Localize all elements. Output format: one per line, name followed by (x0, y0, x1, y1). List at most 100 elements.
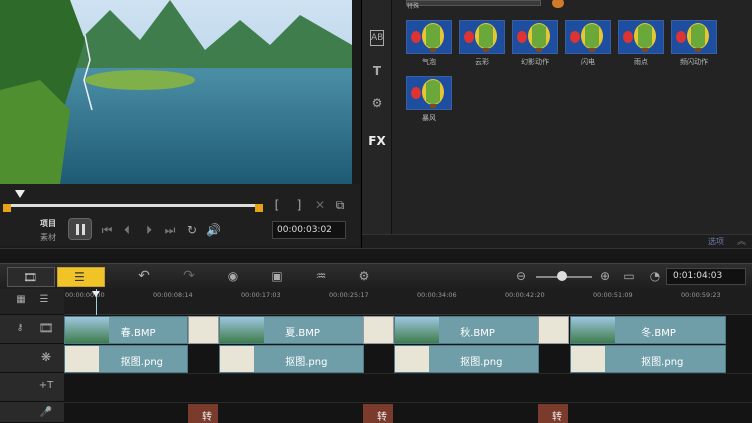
mark-out-button[interactable]: ] (292, 198, 306, 212)
undo-icon[interactable]: ↶ (136, 269, 152, 283)
transition-tab-icon[interactable]: AB (370, 30, 384, 46)
track-manager-icon[interactable]: ▦ (14, 293, 28, 307)
clip-label: 抠图.png (120, 357, 164, 368)
track-lock-icon[interactable]: ⚷ (14, 321, 26, 335)
effect-label: 幻影动作 (521, 58, 549, 66)
effect-thumbnail[interactable] (512, 20, 558, 54)
video-track-head: 🎞 ⚷ (0, 315, 64, 344)
repeat-icon[interactable]: ↻ (185, 223, 199, 237)
timeline-timecode[interactable]: 0:01:04:03 (666, 268, 746, 285)
clip-label: 春.BMP (120, 328, 156, 339)
app-window: [ ] ✕ ⧉ 项目 素材 ⏮ ⏴ ⏵ ⏭ ↻ 🔊 00:00:03:02 AB… (0, 0, 752, 423)
go-to-start-icon[interactable]: ⏮ (100, 223, 114, 237)
ruler-tick-label: 00:00:17:03 (241, 291, 281, 299)
clip-mode-label[interactable]: 素材 (40, 232, 56, 243)
clip-label: 抠图.png (460, 357, 503, 368)
overlay-clip[interactable]: 抠图.png (394, 345, 539, 373)
effect-label: 雨点 (634, 58, 648, 66)
ruler-tick-label: 00:00:08:14 (153, 291, 193, 299)
next-frame-icon[interactable]: ⏵ (142, 223, 156, 237)
split-icon[interactable]: ✕ (313, 198, 327, 212)
video-clip[interactable]: 夏.BMP (219, 316, 364, 344)
zoom-slider-thumb[interactable] (557, 271, 567, 281)
volume-icon[interactable]: 🔊 (206, 223, 221, 237)
fit-project-icon[interactable]: ▭ (622, 269, 636, 283)
preview-timecode[interactable]: 00:00:03:02 (272, 221, 346, 239)
chapter-list-icon[interactable]: ☰ (36, 293, 52, 307)
graphic-tab-icon[interactable]: ⚙ (370, 96, 384, 110)
transition-marker[interactable]: 转场 (363, 404, 393, 423)
transition-label: 转场 (202, 412, 212, 423)
overlay-track-head: ❋ (0, 344, 64, 373)
video-clip[interactable]: 春.BMP (64, 316, 188, 344)
record-capture-icon[interactable]: ◉ (224, 269, 242, 283)
effect-label: 气泡 (422, 58, 436, 66)
transition-label: 转场 (552, 412, 562, 423)
ruler-tick-label: 00:00:42:20 (505, 291, 545, 299)
video-clip[interactable]: 冬.BMP (570, 316, 726, 344)
previous-frame-icon[interactable]: ⏴ (120, 223, 134, 237)
motion-icon[interactable]: ⚙ (355, 269, 373, 283)
effect-thumbnail[interactable] (671, 20, 717, 54)
scrub-bar[interactable] (6, 204, 260, 207)
title-track-icon: +T (38, 380, 54, 391)
category-dropdown[interactable]: 特殊 (406, 0, 541, 10)
expand-icon[interactable]: ︽ (737, 234, 746, 247)
effect-thumbnail[interactable] (565, 20, 611, 54)
clip-label: 抠图.png (285, 357, 328, 368)
effect-label: 云彩 (475, 58, 489, 66)
video-track-icon: 🎞 (38, 321, 54, 335)
overlay-track-icon: ❋ (40, 350, 52, 364)
ruler-tick-label: 00:00:59:23 (681, 291, 721, 299)
pause-button[interactable] (68, 218, 92, 240)
scrub-handle[interactable] (15, 190, 25, 198)
transition-label: 转场 (377, 412, 387, 423)
playhead-handle[interactable] (92, 291, 100, 297)
redo-icon[interactable]: ↷ (181, 269, 197, 283)
storyboard-view-button[interactable]: 🎞 (7, 267, 55, 287)
transition-clip[interactable] (538, 316, 569, 344)
ruler-tick-label: 00:00:51:09 (593, 291, 633, 299)
effect-label: 闪电 (581, 58, 595, 66)
duration-icon[interactable]: ◔ (648, 269, 662, 283)
effect-thumbnail[interactable] (459, 20, 505, 54)
zoom-out-icon[interactable]: ⊖ (514, 269, 528, 283)
timeline-ruler[interactable]: 00:00:00:00 00:00:08:14 00:00:17:03 00:00:2… (64, 289, 752, 315)
title-track-head: +T (0, 373, 64, 402)
effect-thumbnail[interactable] (406, 20, 452, 54)
zoom-in-icon[interactable]: ⊕ (598, 269, 612, 283)
fx-tab[interactable]: FX (368, 134, 386, 148)
overlay-clip[interactable]: 抠图.png (570, 345, 726, 373)
library-tabs: AB T ⚙ FX (362, 0, 392, 248)
ruler-tick-label: 00:00:34:06 (417, 291, 457, 299)
transition-marker[interactable]: 转场 (188, 404, 218, 423)
clip-label: 冬.BMP (641, 328, 676, 339)
options-label[interactable]: 选项 (708, 236, 724, 247)
splitter-bar[interactable] (0, 248, 752, 263)
effect-label: 频闪动作 (680, 58, 708, 66)
transition-clip[interactable] (188, 316, 219, 344)
effect-label: 暴风 (422, 114, 436, 122)
mark-in-button[interactable]: [ (270, 198, 284, 212)
effect-thumbnail[interactable] (618, 20, 664, 54)
overlay-clip[interactable]: 抠图.png (64, 345, 188, 373)
effect-thumbnail[interactable] (406, 76, 452, 110)
mix-icon[interactable]: ▣ (268, 269, 286, 283)
audio-wave-icon[interactable]: ♒ (312, 269, 330, 283)
transition-clip[interactable] (363, 316, 394, 344)
transition-marker[interactable]: 转场 (538, 404, 568, 423)
preview-window (0, 0, 352, 184)
go-to-end-icon[interactable]: ⏭ (163, 223, 177, 237)
clip-label: 抠图.png (641, 357, 684, 368)
title-tab-icon[interactable]: T (370, 64, 384, 78)
project-mode-label[interactable]: 项目 (40, 218, 56, 229)
overlay-clip[interactable]: 抠图.png (219, 345, 364, 373)
copy-icon[interactable]: ⧉ (333, 198, 347, 212)
track-manager-head: ▦ ☰ (0, 289, 64, 315)
trim-out-marker[interactable] (255, 204, 263, 212)
timeline-view-button[interactable]: ☰ (57, 267, 105, 287)
video-clip[interactable]: 秋.BMP (394, 316, 539, 344)
clip-label: 夏.BMP (285, 328, 320, 339)
trim-in-marker[interactable] (3, 204, 11, 212)
options-icon[interactable] (552, 0, 564, 8)
